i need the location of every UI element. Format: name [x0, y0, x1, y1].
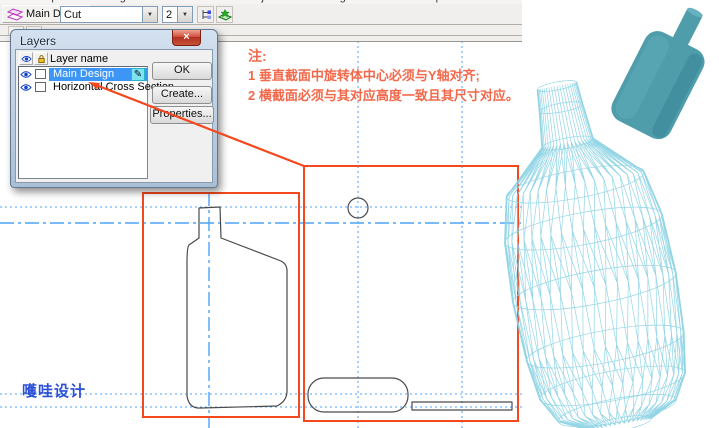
lock-column-button[interactable] [34, 52, 48, 65]
menu-item-design[interactable]: Design [98, 0, 132, 3]
green-layer-icon [218, 9, 232, 21]
close-button[interactable]: × [172, 30, 201, 46]
hierarchy-tool-button[interactable] [197, 6, 214, 23]
hierarchy-icon [200, 9, 212, 21]
cut-dropdown[interactable]: Cut ▼ [60, 6, 158, 23]
layer-checkbox[interactable] [35, 82, 46, 92]
lock-icon [37, 54, 46, 64]
eye-icon[interactable] [20, 82, 32, 93]
layer-name-column-header: Layer name [50, 53, 108, 65]
layer-list[interactable]: Main Design ✎ Horizontal Cross Section [18, 66, 148, 179]
menu-item-detailed[interactable]: Detailed [187, 0, 227, 3]
menu-item-options[interactable]: Options [43, 0, 81, 3]
menu-item-window[interactable]: Window [363, 0, 402, 3]
menu-item-machining[interactable]: Machining [296, 0, 346, 3]
dialog-title: Layers [20, 34, 56, 48]
bottle-profile-curve[interactable] [187, 207, 287, 408]
menu-item-line[interactable]: Line [149, 0, 170, 3]
chevron-down-icon[interactable]: ▼ [142, 7, 157, 22]
layers-icon [7, 8, 23, 21]
screen: { "window": { "menu_items": ["File", "Op… [0, 0, 719, 428]
dialog-body: Layer name Main Design ✎ Hor [15, 49, 213, 183]
number-dropdown-value: 2 [163, 9, 177, 21]
note-line-1: 1 垂直截面中旋转体中心必须与Y轴对齐; [248, 66, 519, 86]
menu-row: File Options Design Line Detailed Projec… [0, 0, 522, 3]
horizontal-section-highlight-box [304, 166, 518, 421]
pencil-icon[interactable]: ✎ [131, 68, 145, 81]
design-note: 注: 1 垂直截面中旋转体中心必须与Y轴对齐; 2 横截面必须与其对应高度一致且… [248, 46, 519, 106]
solid-bottle-render[interactable] [607, 0, 719, 144]
create-button[interactable]: Create... [152, 86, 212, 104]
number-dropdown[interactable]: 2 ▼ [162, 6, 193, 23]
visibility-column-button[interactable] [19, 52, 33, 65]
menu-item-help[interactable]: Help [419, 0, 442, 3]
menu-item-file[interactable]: File [8, 0, 26, 3]
menu-item-project[interactable]: Project [244, 0, 278, 3]
close-icon: × [183, 31, 189, 43]
layer-row-main-design[interactable]: Main Design ✎ [19, 68, 147, 81]
layer-row-horizontal-cross-section[interactable]: Horizontal Cross Section [19, 81, 147, 94]
layers-dialog: Layers × Layer name [10, 29, 218, 188]
layer-name[interactable]: Main Design [53, 68, 114, 81]
properties-button[interactable]: Properties... [150, 106, 214, 124]
cut-dropdown-value: Cut [61, 9, 142, 21]
main-toolbar: Main Design Cut ▼ 2 ▼ [0, 4, 522, 25]
eye-icon [21, 55, 32, 63]
eye-icon[interactable] [20, 69, 32, 80]
layer-state-tool-button[interactable] [216, 6, 233, 23]
layer-checkbox[interactable] [35, 69, 46, 79]
watermark-text: 嚄哇设计 [22, 380, 86, 401]
ok-button[interactable]: OK [152, 62, 212, 80]
note-title: 注: [248, 46, 519, 66]
2d-curves [187, 198, 512, 412]
note-line-2: 2 横截面必须与其对应高度一致且其尺寸对应。 [248, 86, 519, 106]
chevron-down-icon[interactable]: ▼ [177, 7, 192, 22]
